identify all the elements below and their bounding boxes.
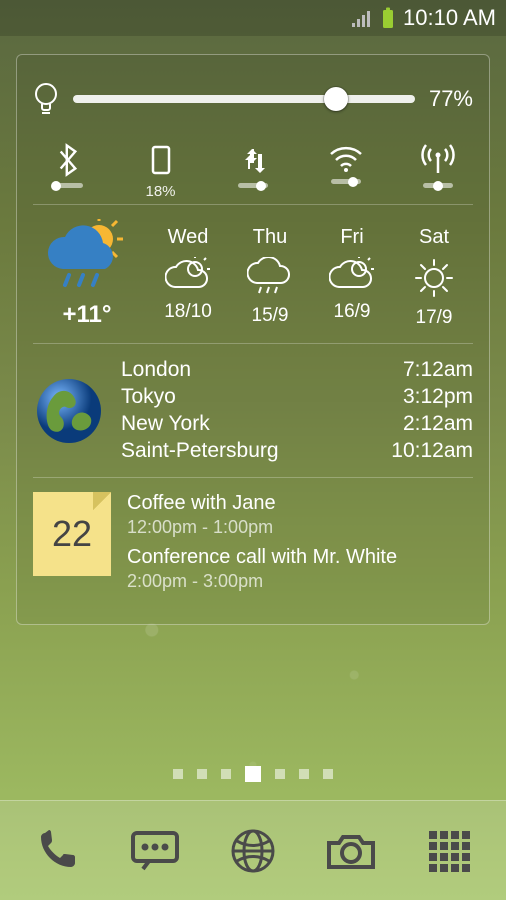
- city: London: [121, 358, 191, 382]
- pager-dot[interactable]: [197, 769, 207, 779]
- calendar-page-icon: 22: [33, 492, 111, 576]
- data-arrows-icon: [236, 143, 270, 177]
- brightness-slider[interactable]: [73, 95, 415, 103]
- wifi-mini-slider[interactable]: [331, 179, 361, 184]
- widget-card: 77% 18%: [16, 54, 490, 625]
- wifi-icon: [328, 143, 364, 173]
- dock-messages[interactable]: [123, 819, 187, 883]
- day-temps: 15/9: [252, 305, 289, 327]
- battery-icon: [381, 7, 395, 29]
- toggle-hotspot[interactable]: [403, 143, 473, 200]
- city: Saint-Petersburg: [121, 439, 279, 463]
- signal-icon: [351, 9, 373, 27]
- quick-toggles: 18%: [33, 127, 473, 200]
- world-row: London 7:12am: [121, 358, 473, 382]
- dock-camera[interactable]: [319, 819, 383, 883]
- event-title: Conference call with Mr. White: [127, 546, 473, 569]
- time: 2:12am: [403, 412, 473, 436]
- calendar-section[interactable]: 22 Coffee with Jane 12:00pm - 1:00pm Con…: [33, 482, 473, 608]
- forecast-today: +11°: [33, 219, 141, 329]
- event-time: 2:00pm - 3:00pm: [127, 571, 473, 592]
- day-name: Sat: [419, 226, 449, 249]
- day-name: Thu: [253, 226, 287, 249]
- calendar-events: Coffee with Jane 12:00pm - 1:00pm Confer…: [127, 492, 473, 598]
- time: 3:12pm: [403, 385, 473, 409]
- forecast-day-3: Sat 17/9: [395, 226, 473, 329]
- rotation-label: 18%: [145, 183, 175, 200]
- pager-dot[interactable]: [221, 769, 231, 779]
- bluetooth-icon: [53, 143, 83, 177]
- calendar-date: 22: [52, 513, 92, 555]
- time: 7:12am: [403, 358, 473, 382]
- event-title: Coffee with Jane: [127, 492, 473, 515]
- pager-dot[interactable]: [323, 769, 333, 779]
- toggle-wifi[interactable]: [311, 143, 381, 200]
- sunny-icon: [413, 257, 455, 299]
- partly-cloudy-icon: [165, 257, 211, 293]
- dock-apps[interactable]: [417, 819, 481, 883]
- world-row: Saint-Petersburg 10:12am: [121, 439, 473, 463]
- divider: [33, 477, 473, 478]
- event-time: 12:00pm - 1:00pm: [127, 517, 473, 538]
- rotation-icon: [146, 143, 176, 177]
- world-row: Tokyo 3:12pm: [121, 385, 473, 409]
- page-indicator[interactable]: [0, 769, 506, 782]
- city: Tokyo: [121, 385, 176, 409]
- toggle-bluetooth[interactable]: [33, 143, 103, 200]
- pager-dot[interactable]: [173, 769, 183, 779]
- brightness-section: 77%: [33, 71, 473, 127]
- city: New York: [121, 412, 210, 436]
- divider: [33, 204, 473, 205]
- rain-icon: [247, 257, 293, 297]
- brightness-thumb[interactable]: [324, 87, 348, 111]
- day-temps: 18/10: [164, 301, 212, 323]
- brightness-percent: 77%: [429, 86, 473, 112]
- day-name: Wed: [168, 226, 209, 249]
- status-bar: 10:10 AM: [0, 0, 506, 36]
- pager-dot-active[interactable]: [245, 766, 261, 782]
- forecast-day-1: Thu 15/9: [231, 226, 309, 329]
- bluetooth-mini-slider[interactable]: [53, 183, 83, 188]
- world-row: New York 2:12am: [121, 412, 473, 436]
- time: 10:12am: [391, 439, 473, 463]
- bulb-icon: [33, 81, 59, 117]
- world-clock-section[interactable]: London7:12am Tokyo3:12pm New York2:12am …: [33, 348, 473, 473]
- globe-icon: [33, 375, 105, 447]
- toggle-data[interactable]: [218, 143, 288, 200]
- dock: [0, 800, 506, 900]
- hotspot-mini-slider[interactable]: [423, 183, 453, 188]
- divider: [33, 343, 473, 344]
- dock-phone[interactable]: [25, 819, 89, 883]
- day-temps: 16/9: [334, 301, 371, 323]
- pager-dot[interactable]: [299, 769, 309, 779]
- hotspot-icon: [420, 143, 456, 177]
- status-time: 10:10 AM: [403, 5, 496, 31]
- day-name: Fri: [340, 226, 363, 249]
- toggle-rotation[interactable]: 18%: [126, 143, 196, 200]
- today-temperature: +11°: [63, 301, 112, 329]
- forecast-day-2: Fri 16/9: [313, 226, 391, 329]
- weather-today-icon: [43, 219, 131, 295]
- day-temps: 17/9: [416, 307, 453, 329]
- dock-browser[interactable]: [221, 819, 285, 883]
- forecast-section[interactable]: +11° Wed 18/10 Thu 15/9 Fri 16/9 Sat 17/…: [33, 209, 473, 339]
- forecast-day-0: Wed 18/10: [149, 226, 227, 329]
- pager-dot[interactable]: [275, 769, 285, 779]
- partly-cloudy-icon: [329, 257, 375, 293]
- forecast-days: Wed 18/10 Thu 15/9 Fri 16/9 Sat 17/9: [149, 226, 473, 329]
- world-clock-list: London7:12am Tokyo3:12pm New York2:12am …: [121, 358, 473, 463]
- data-mini-slider[interactable]: [238, 183, 268, 188]
